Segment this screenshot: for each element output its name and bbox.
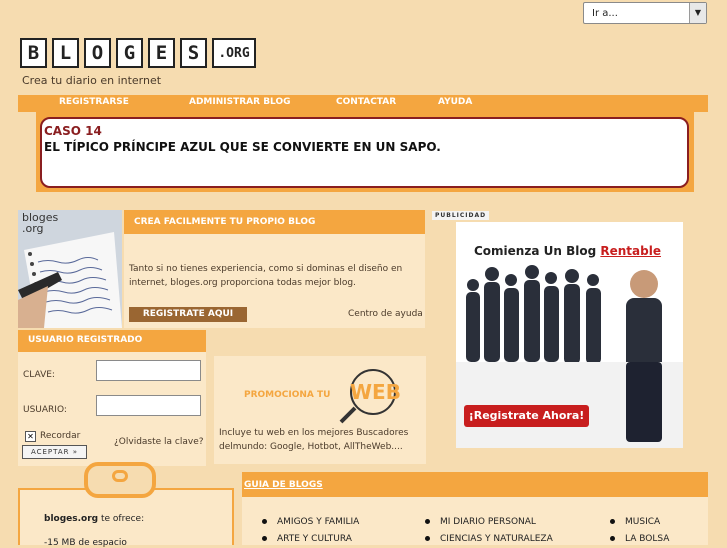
ad-register-button[interactable]: ¡Registrate Ahora! [464,405,589,427]
list-item[interactable]: MI DIARIO PERSONAL [425,517,536,527]
offer-item: -15 MB de espacio [44,538,127,548]
goto-select[interactable]: Ir a... ▼ [583,2,707,24]
site-logo[interactable]: B L O G E S .ORG [20,38,256,68]
ad-title-highlight: Rentable [600,244,661,258]
notebook-photo: bloges .org [18,210,122,328]
nav-item-registrarse[interactable]: REGISTRARSE [59,97,129,107]
logo-org: .ORG [212,38,256,68]
bullet-icon [425,519,430,524]
category-la-bolsa[interactable]: LA BOLSA [625,534,669,544]
nav-item-ayuda[interactable]: AYUDA [438,97,472,107]
ad-label: PUBLICIDAD [432,211,490,220]
promo-web: WEB [350,380,401,404]
blog-guide-heading[interactable]: GUIA DE BLOGS [242,472,708,497]
category-mi-diario-personal[interactable]: MI DIARIO PERSONAL [440,517,536,527]
bullet-icon [610,519,615,524]
create-blog-text: Tanto si no tienes experiencia, como si … [129,264,403,288]
tag-hole-icon [112,470,128,482]
logo-letter: G [116,38,143,68]
chevron-down-icon[interactable]: ▼ [689,3,706,23]
bullet-icon [610,536,615,541]
goto-select-value: Ir a... [592,8,618,19]
logo-letter: B [20,38,47,68]
list-item[interactable]: AMIGOS Y FAMILIA [262,517,359,527]
logo-letter: E [148,38,175,68]
logo-letter: O [84,38,111,68]
remember-label: Recordar [40,431,81,441]
category-amigos-y-familia[interactable]: AMIGOS Y FAMILIA [277,517,359,527]
category-musica[interactable]: MUSICA [625,517,660,527]
help-center-link[interactable]: Centro de ayuda [348,309,423,319]
nav-item-administrar-blog[interactable]: ADMINISTRAR BLOG [189,97,291,107]
ad-title-text: Comienza Un Blog [474,244,597,258]
nav-item-contactar[interactable]: CONTACTAR [336,97,396,107]
password-label: CLAVE: [23,370,55,380]
list-item[interactable]: ARTE Y CULTURA [262,534,352,544]
username-label: USUARIO: [23,405,67,415]
password-input[interactable] [96,360,201,381]
logo-letter: S [180,38,207,68]
list-item[interactable]: LA BOLSA [610,534,669,544]
tagline: Crea tu diario en internet [22,74,162,87]
create-blog-heading: CREA FACILMENTE TU PROPIO BLOG [124,210,425,234]
username-input[interactable] [96,395,201,416]
promo-title: PROMOCIONA TU [244,390,331,400]
promo-text: Incluye tu web en los mejores Buscadores… [219,428,409,452]
offer-rest: te ofrece: [98,514,145,524]
list-item[interactable]: CIENCIAS Y NATURALEZA [425,534,553,544]
category-ciencias-y-naturaleza[interactable]: CIENCIAS Y NATURALEZA [440,534,553,544]
list-item[interactable]: MUSICA [610,517,660,527]
banner-case: CASO 14 [44,124,102,138]
main-nav: REGISTRARSE ADMINISTRAR BLOG CONTACTAR A… [18,95,708,112]
bullet-icon [262,519,267,524]
login-heading: USUARIO REGISTRADO [18,330,206,352]
bullet-icon [425,536,430,541]
offer-text: bloges.org te ofrece: [44,514,144,524]
category-arte-y-cultura[interactable]: ARTE Y CULTURA [277,534,352,544]
register-button[interactable]: REGISTRATE AQUI [129,307,247,322]
offer-brand: bloges.org [44,514,99,524]
bullet-icon [262,536,267,541]
forgot-password-link[interactable]: ¿Olvidaste la clave? [114,437,204,447]
photo-caption: bloges .org [22,211,59,235]
accept-button[interactable]: ACEPTAR » [22,445,87,459]
remember-checkbox[interactable]: ✕ [25,431,36,442]
logo-letter: L [52,38,79,68]
banner-text: EL TÍPICO PRÍNCIPE AZUL QUE SE CONVIERTE… [44,140,441,154]
ad-title: Comienza Un Blog Rentable [474,244,661,258]
